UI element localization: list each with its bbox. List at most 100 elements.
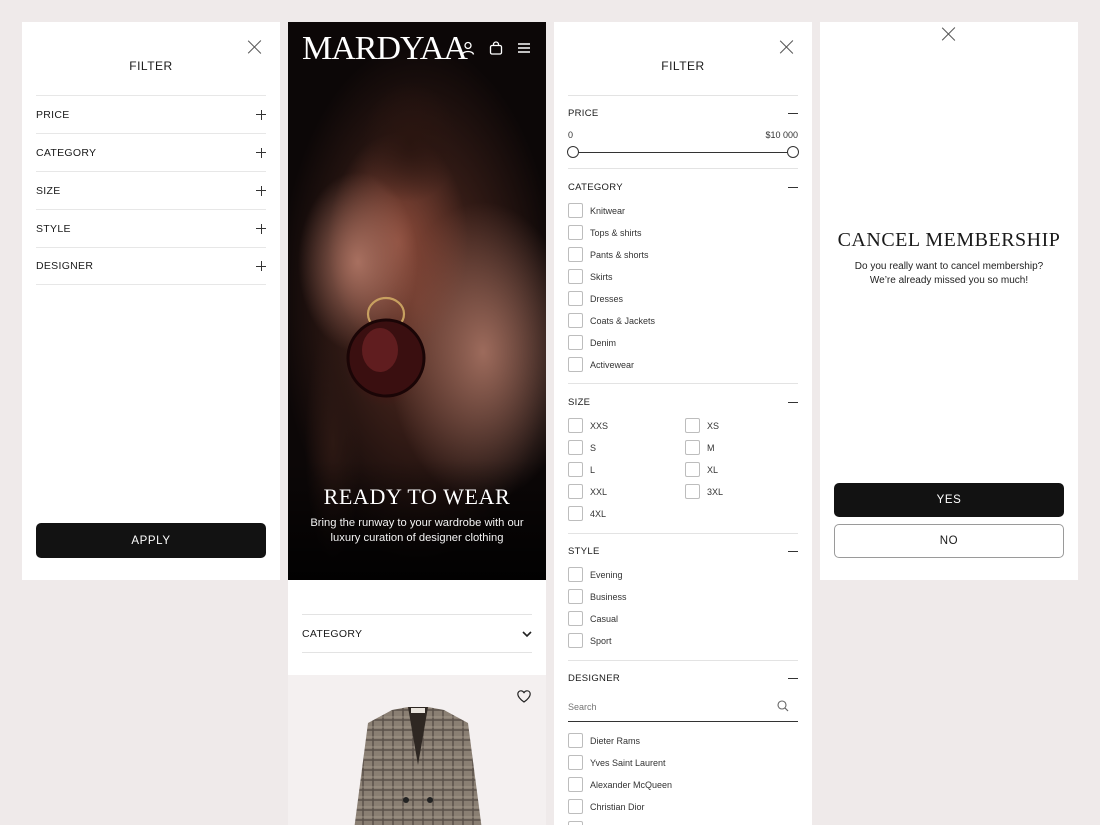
option-label: Christian Dior [590, 801, 645, 812]
blazer-product-image [354, 707, 482, 825]
style-option-business[interactable]: Business [568, 589, 627, 604]
designer-option-ysl[interactable]: Yves Saint Laurent [568, 755, 666, 770]
checkbox[interactable] [568, 506, 583, 521]
checkbox[interactable] [685, 484, 700, 499]
minus-icon [788, 674, 798, 684]
checkbox[interactable] [685, 440, 700, 455]
style-option-casual[interactable]: Casual [568, 611, 618, 626]
filter-panel-expanded: FILTER PRICE 0 $10 000 CATEGORY Knitwear… [554, 22, 812, 825]
checkbox[interactable] [568, 567, 583, 582]
close-icon[interactable] [942, 27, 956, 41]
hero-title: READY TO WEAR [323, 484, 511, 509]
category-option-activewear[interactable]: Activewear [568, 357, 634, 372]
option-label: XS [707, 420, 720, 431]
category-option-knitwear[interactable]: Knitwear [568, 203, 625, 218]
checkbox[interactable] [568, 484, 583, 499]
plus-icon [256, 109, 266, 120]
option-label: Yves Saint Laurent [590, 757, 666, 768]
checkbox[interactable] [568, 821, 583, 825]
filter-title: FILTER [661, 59, 705, 73]
designer-option-mcqueen[interactable]: Alexander McQueen [568, 777, 672, 792]
option-label: Business [590, 591, 627, 602]
no-button[interactable]: NO [834, 524, 1064, 558]
filter-section-style[interactable]: STYLE [36, 209, 266, 247]
checkbox[interactable] [568, 611, 583, 626]
checkbox[interactable] [568, 418, 583, 433]
price-slider-max-handle[interactable] [787, 146, 799, 158]
plus-icon [256, 185, 266, 196]
option-label: L [590, 464, 596, 475]
category-section-header[interactable]: CATEGORY [568, 182, 798, 193]
option-label: Skirts [590, 271, 613, 282]
checkbox[interactable] [568, 225, 583, 240]
checkbox[interactable] [568, 755, 583, 770]
size-option-4xl[interactable]: 4XL [568, 506, 606, 521]
size-option-xl[interactable]: XL [685, 462, 718, 477]
checkbox[interactable] [568, 335, 583, 350]
size-option-xxs[interactable]: XXS [568, 418, 608, 433]
size-option-l[interactable]: L [568, 462, 595, 477]
size-section-header[interactable]: SIZE [568, 397, 798, 408]
style-section-header[interactable]: STYLE [568, 546, 798, 557]
price-slider-track[interactable] [573, 152, 793, 153]
apply-button[interactable]: APPLY [36, 523, 266, 558]
checkbox[interactable] [568, 733, 583, 748]
checkbox[interactable] [568, 357, 583, 372]
checkbox[interactable] [685, 418, 700, 433]
filter-section-size[interactable]: SIZE [36, 171, 266, 209]
checkbox[interactable] [568, 269, 583, 284]
checkbox[interactable] [568, 440, 583, 455]
minus-icon [788, 398, 798, 408]
filter-section-designer[interactable]: DESIGNER [36, 247, 266, 285]
designer-search-input[interactable] [568, 695, 776, 719]
price-slider-min-handle[interactable] [567, 146, 579, 158]
checkbox[interactable] [568, 247, 583, 262]
designer-option-dior[interactable]: Christian Dior [568, 799, 645, 814]
checkbox[interactable] [568, 633, 583, 648]
heart-icon[interactable] [517, 690, 531, 703]
category-option-skirts[interactable]: Skirts [568, 269, 613, 284]
size-option-xxl[interactable]: XXL [568, 484, 607, 499]
category-option-pants[interactable]: Pants & shorts [568, 247, 649, 262]
category-option-coats[interactable]: Coats & Jackets [568, 313, 655, 328]
filter-title: FILTER [129, 59, 173, 73]
brand-logo[interactable]: MARDYAA [302, 30, 468, 68]
style-option-evening[interactable]: Evening [568, 567, 623, 582]
size-option-m[interactable]: M [685, 440, 715, 455]
checkbox[interactable] [568, 462, 583, 477]
menu-icon[interactable] [517, 41, 531, 55]
designer-option-dieter-rams[interactable]: Dieter Rams [568, 733, 640, 748]
designer-option-partial[interactable] [568, 821, 590, 825]
checkbox[interactable] [568, 291, 583, 306]
checkbox[interactable] [568, 203, 583, 218]
product-card[interactable] [288, 675, 546, 825]
category-option-tops[interactable]: Tops & shirts [568, 225, 642, 240]
checkbox[interactable] [568, 313, 583, 328]
divider [568, 533, 798, 534]
checkbox[interactable] [568, 777, 583, 792]
filter-section-price[interactable]: PRICE [36, 95, 266, 133]
category-dropdown[interactable]: CATEGORY [302, 614, 532, 653]
size-option-3xl[interactable]: 3XL [685, 484, 723, 499]
size-option-xs[interactable]: XS [685, 418, 719, 433]
checkbox[interactable] [568, 799, 583, 814]
user-icon[interactable] [461, 41, 475, 55]
option-label: Pants & shorts [590, 249, 649, 260]
style-option-sport[interactable]: Sport [568, 633, 612, 648]
checkbox[interactable] [568, 589, 583, 604]
close-icon[interactable] [248, 40, 262, 54]
category-option-denim[interactable]: Denim [568, 335, 616, 350]
price-min-value: 0 [568, 130, 574, 140]
hero-banner[interactable]: MARDYAA READY TO WEAR Bring the runway t… [288, 22, 546, 580]
filter-section-category[interactable]: CATEGORY [36, 133, 266, 171]
bag-icon[interactable] [489, 41, 503, 55]
close-icon[interactable] [780, 40, 794, 54]
price-section-header[interactable]: PRICE [568, 108, 798, 119]
option-label: XXL [590, 486, 608, 497]
size-option-s[interactable]: S [568, 440, 596, 455]
category-option-dresses[interactable]: Dresses [568, 291, 623, 306]
designer-section-header[interactable]: DESIGNER [568, 673, 798, 684]
search-icon[interactable] [777, 700, 789, 712]
checkbox[interactable] [685, 462, 700, 477]
yes-button[interactable]: YES [834, 483, 1064, 517]
